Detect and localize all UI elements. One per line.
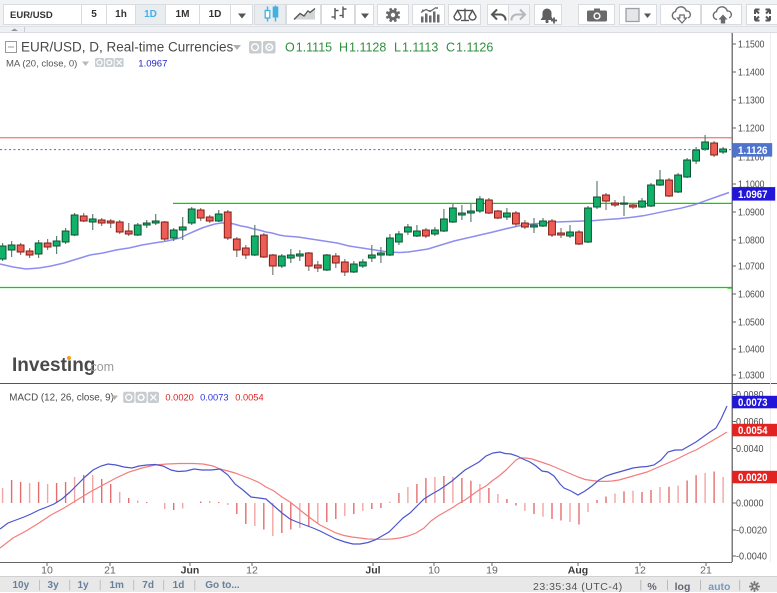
svg-text:1.1126: 1.1126 xyxy=(738,145,768,157)
svg-text:MACD (12, 26, close, 9): MACD (12, 26, close, 9) xyxy=(9,393,114,404)
svg-text:Jul: Jul xyxy=(365,565,380,577)
svg-text:12: 12 xyxy=(634,565,646,577)
svg-text:Jun: Jun xyxy=(181,565,200,577)
svg-text:0.0054: 0.0054 xyxy=(235,393,263,403)
svg-text:1.1300: 1.1300 xyxy=(738,95,765,107)
svg-text:21: 21 xyxy=(700,565,712,577)
svg-text:Aug: Aug xyxy=(568,565,588,577)
svg-text:H1.1128: H1.1128 xyxy=(339,41,386,55)
svg-text:O1.1115: O1.1115 xyxy=(285,41,332,55)
svg-text:21: 21 xyxy=(104,565,116,577)
svg-text:1.0967: 1.0967 xyxy=(138,59,167,70)
svg-text:L1.1113: L1.1113 xyxy=(394,41,438,55)
svg-text:Investing: Investing xyxy=(12,355,95,376)
svg-text:1.0300: 1.0300 xyxy=(738,370,765,382)
svg-text:1.0400: 1.0400 xyxy=(738,344,765,356)
svg-text:MA (20, close, 0): MA (20, close, 0) xyxy=(6,59,77,70)
svg-text:1.1200: 1.1200 xyxy=(738,123,765,135)
svg-text:-0.0020: -0.0020 xyxy=(736,525,767,537)
svg-text:10: 10 xyxy=(41,565,53,577)
svg-text:1.0500: 1.0500 xyxy=(738,317,765,329)
svg-text:C1.1126: C1.1126 xyxy=(446,41,493,55)
svg-text:.com: .com xyxy=(87,360,114,374)
svg-text:1.0700: 1.0700 xyxy=(738,261,765,273)
svg-text:10: 10 xyxy=(428,565,440,577)
svg-text:0.0054: 0.0054 xyxy=(738,425,768,437)
svg-text:1.0967: 1.0967 xyxy=(738,189,768,201)
svg-text:-0.0040: -0.0040 xyxy=(736,551,767,563)
svg-text:0.0073: 0.0073 xyxy=(738,397,768,409)
svg-text:1.1500: 1.1500 xyxy=(738,39,765,51)
svg-text:1.0800: 1.0800 xyxy=(738,235,765,247)
svg-text:1.0600: 1.0600 xyxy=(738,289,765,301)
svg-text:0.0020: 0.0020 xyxy=(165,393,193,403)
svg-text:1.0900: 1.0900 xyxy=(738,207,765,219)
svg-text:0.0040: 0.0040 xyxy=(736,443,764,455)
svg-text:12: 12 xyxy=(246,565,258,577)
svg-text:EUR/USD, D, Real-time Currenci: EUR/USD, D, Real-time Currencies xyxy=(21,40,234,55)
svg-text:1.1400: 1.1400 xyxy=(738,67,765,79)
svg-text:19: 19 xyxy=(486,565,498,577)
svg-text:0.0000: 0.0000 xyxy=(736,498,764,510)
svg-text:0.0073: 0.0073 xyxy=(200,393,228,403)
svg-text:0.0020: 0.0020 xyxy=(738,472,768,484)
